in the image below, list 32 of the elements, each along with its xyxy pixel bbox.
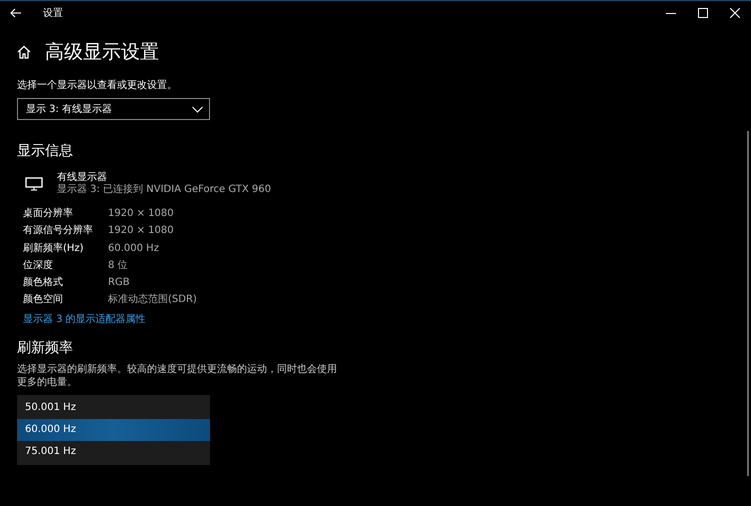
info-value: RGB	[108, 276, 131, 290]
page-title: 高级显示设置	[45, 40, 159, 65]
info-value: 60.000 Hz	[108, 242, 160, 255]
chevron-icon	[192, 106, 203, 112]
field-label: 选择一个显示器以查看或更改设置。	[17, 78, 178, 92]
info-value: 8 位	[108, 258, 129, 272]
maximize-icon	[698, 8, 708, 18]
section-heading: 刷新频率	[17, 338, 74, 357]
info-label: 颜色格式	[23, 276, 64, 290]
section-heading: 显示信息	[17, 142, 74, 160]
scrollbar[interactable]	[747, 131, 749, 476]
back-arrow-icon	[10, 8, 22, 18]
info-label: 刷新频率(Hz)	[23, 242, 85, 255]
display-dropdown[interactable]: 显示 3: 有线显示器	[17, 98, 210, 120]
info-value: 1920 × 1080	[108, 224, 175, 238]
info-value: 标准动态范围(SDR)	[108, 293, 197, 307]
info-label: 有源信号分辨率	[23, 224, 94, 238]
refresh-rate-option[interactable]: 60.000 Hz	[17, 418, 210, 441]
refresh-rate-option[interactable]: 50.001 Hz	[17, 396, 210, 419]
refresh-rate-option[interactable]: 75.001 Hz	[17, 440, 210, 463]
info-value: 1920 × 1080	[108, 207, 175, 220]
monitor-icon	[25, 177, 43, 191]
monitor-name: 有线显示器	[57, 172, 108, 184]
info-label: 桌面分辨率	[23, 207, 74, 220]
adapter-properties-link[interactable]: 显示器 3 的显示适配器属性	[23, 312, 146, 326]
info-label: 位深度	[23, 258, 54, 272]
description-text: 选择显示器的刷新频率。较高的速度可提供更流畅的运动，同时也会使用更多的电量。	[17, 362, 337, 389]
close-icon	[730, 8, 740, 18]
monitor-detail: 显示器 3: 已连接到 NVIDIA GeForce GTX 960	[57, 184, 271, 196]
info-label: 颜色空间	[23, 293, 64, 307]
home-icon	[17, 45, 31, 59]
window-title: 设置	[43, 6, 63, 20]
